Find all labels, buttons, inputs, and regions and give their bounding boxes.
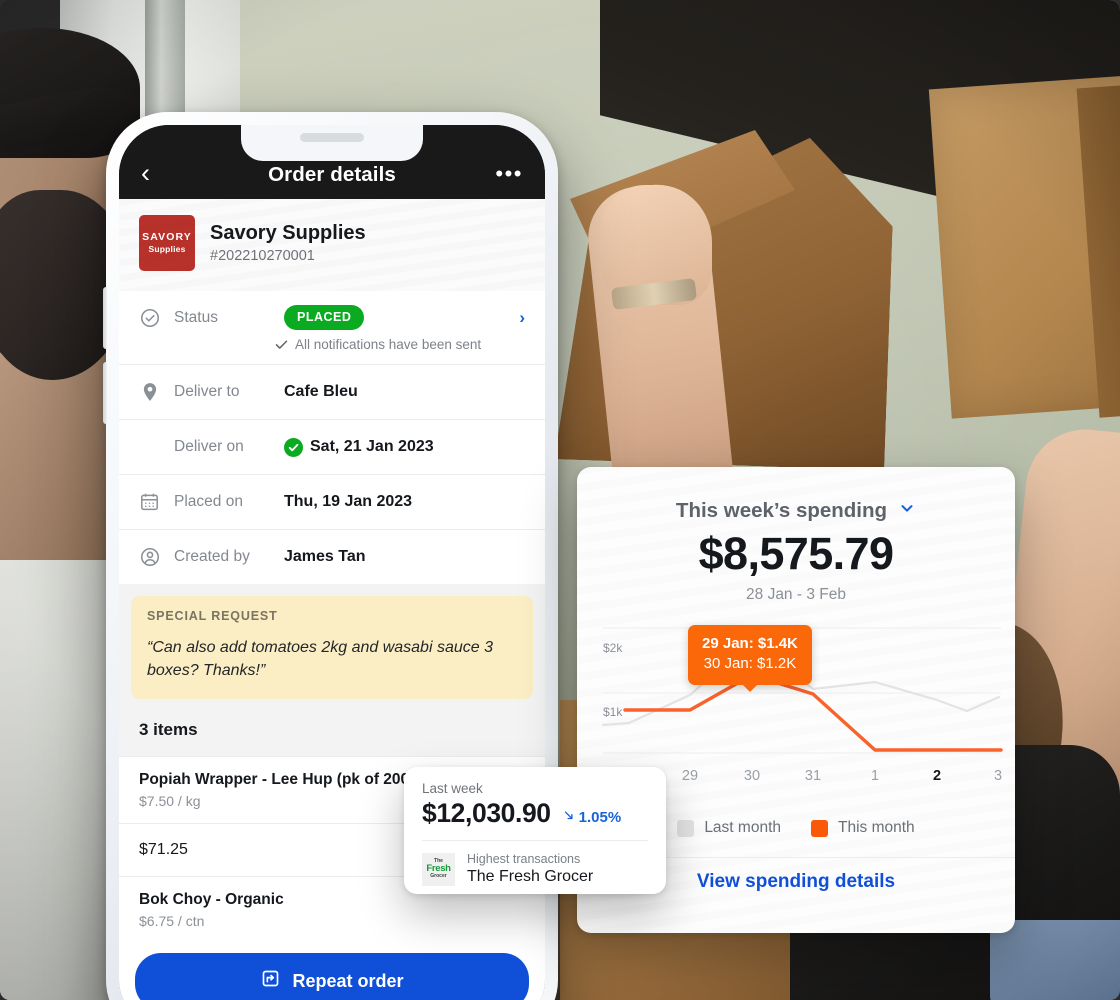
calendar-icon — [139, 491, 161, 513]
xtick-31: 31 — [804, 768, 822, 784]
item-unit-price: $6.75 / ctn — [139, 913, 205, 930]
ytick-1k: $1k — [603, 705, 623, 719]
vendor-logo-line2: Supplies — [148, 244, 186, 255]
last-week-card: Last week $12,030.90 1.05% The Fresh Gro… — [404, 767, 666, 894]
status-badge: PLACED — [284, 305, 365, 330]
fresh-grocer-logo: The Fresh Grocer — [422, 852, 455, 886]
status-note: All notifications have been sent — [274, 337, 525, 352]
highest-transactions-name: The Fresh Grocer — [467, 868, 594, 885]
check-circle-icon — [139, 307, 161, 329]
logo-line3: Grocer — [430, 872, 447, 879]
deliver-to-row: Deliver to Cafe Bleu — [119, 364, 545, 419]
ellipsis-icon[interactable]: ••• — [493, 161, 523, 187]
status-row[interactable]: Status PLACED › All notifications have b… — [119, 291, 545, 364]
deliver-to-value: Cafe Bleu — [284, 383, 358, 400]
deliver-to-label: Deliver to — [174, 383, 240, 400]
chevron-right-icon[interactable]: › — [519, 308, 525, 328]
order-info-card: Status PLACED › All notifications have b… — [119, 291, 545, 584]
status-note-text: All notifications have been sent — [295, 337, 482, 352]
placed-on-value: Thu, 19 Jan 2023 — [284, 493, 413, 510]
location-pin-icon — [139, 381, 161, 403]
special-request-title: SPECIAL REQUEST — [147, 609, 278, 623]
legend-label-this-month: This month — [838, 819, 915, 836]
item-price: $71.25 — [139, 841, 188, 859]
user-circle-icon — [139, 546, 161, 568]
last-week-amount: $12,030.90 — [422, 798, 551, 828]
spending-header: This week’s spending $8,575.79 28 Jan - … — [577, 467, 1015, 604]
created-by-label: Created by — [174, 548, 250, 565]
spending-date-range: 28 Jan - 3 Feb — [746, 586, 846, 603]
phone-notch — [241, 125, 423, 161]
items-count: 3 items — [139, 720, 198, 740]
xtick-2: 2 — [932, 768, 942, 784]
last-week-amount-row: $12,030.90 1.05% — [422, 798, 648, 829]
xtick-3: 3 — [993, 768, 1003, 784]
repeat-order-icon — [260, 968, 281, 994]
placed-on-row: Placed on Thu, 19 Jan 2023 — [119, 474, 545, 529]
order-id: #202210270001 — [210, 248, 315, 264]
special-request-card: SPECIAL REQUEST “Can also add tomatoes 2… — [131, 596, 533, 700]
vendor-name: Savory Supplies — [210, 222, 366, 244]
deliver-on-row: Deliver on Sat, 21 Jan 2023 — [119, 419, 545, 474]
spending-period-selector[interactable]: This week’s spending — [676, 499, 916, 523]
item-name: Bok Choy - Organic — [139, 891, 284, 909]
placed-on-label: Placed on — [174, 493, 243, 510]
legend-item-this-month[interactable]: This month — [811, 819, 915, 837]
ytick-2k: $2k — [603, 641, 623, 655]
spending-amount: $8,575.79 — [698, 528, 894, 579]
series-this-month — [623, 673, 1003, 752]
tooltip-line1: 29 Jan: $1.4K — [702, 635, 798, 652]
vendor-logo-line1: SAVORY — [142, 230, 192, 243]
tooltip-line2: 30 Jan: $1.2K — [703, 655, 797, 673]
deliver-on-label: Deliver on — [174, 438, 244, 455]
last-week-delta: 1.05% — [562, 808, 622, 826]
last-week-label: Last week — [422, 781, 483, 796]
chart-tooltip: 29 Jan: $1.4K 30 Jan: $1.2K — [688, 625, 812, 685]
deliver-on-value-wrap: Sat, 21 Jan 2023 — [284, 437, 434, 457]
phone-speaker — [300, 133, 364, 142]
created-by-value: James Tan — [284, 548, 366, 565]
xtick-29: 29 — [681, 768, 699, 784]
legend-swatch-last-month — [677, 819, 695, 837]
repeat-order-button[interactable]: Repeat order — [135, 953, 529, 1000]
vendor-header[interactable]: SAVORY Supplies Savory Supplies #2022102… — [119, 199, 545, 291]
arrow-down-right-icon — [562, 808, 576, 826]
legend-swatch-this-month — [811, 819, 828, 837]
highest-transactions-row[interactable]: The Fresh Grocer Highest transactions Th… — [422, 841, 648, 886]
last-week-delta-value: 1.05% — [578, 808, 622, 826]
check-icon — [275, 340, 288, 349]
xtick-30: 30 — [743, 768, 761, 784]
legend-item-last-month[interactable]: Last month — [677, 819, 781, 837]
check-circle-filled-icon — [284, 437, 303, 457]
legend-label-last-month: Last month — [704, 819, 781, 836]
special-request-text: “Can also add tomatoes 2kg and wasabi sa… — [147, 639, 493, 680]
chevron-down-icon[interactable] — [898, 499, 916, 523]
created-by-row: Created by James Tan — [119, 529, 545, 584]
deliver-on-value: Sat, 21 Jan 2023 — [310, 438, 434, 455]
xtick-1: 1 — [870, 768, 880, 784]
highest-transactions-label: Highest transactions — [467, 852, 581, 866]
vendor-logo: SAVORY Supplies — [139, 215, 195, 271]
cta-container: Repeat order — [119, 943, 545, 1000]
page-title: Order details — [268, 163, 396, 186]
chevron-left-icon[interactable]: ‹ — [141, 160, 171, 187]
blank-icon — [139, 436, 161, 458]
repeat-order-label: Repeat order — [292, 970, 404, 991]
spending-period-label: This week’s spending — [675, 499, 888, 522]
status-label: Status — [174, 308, 218, 326]
